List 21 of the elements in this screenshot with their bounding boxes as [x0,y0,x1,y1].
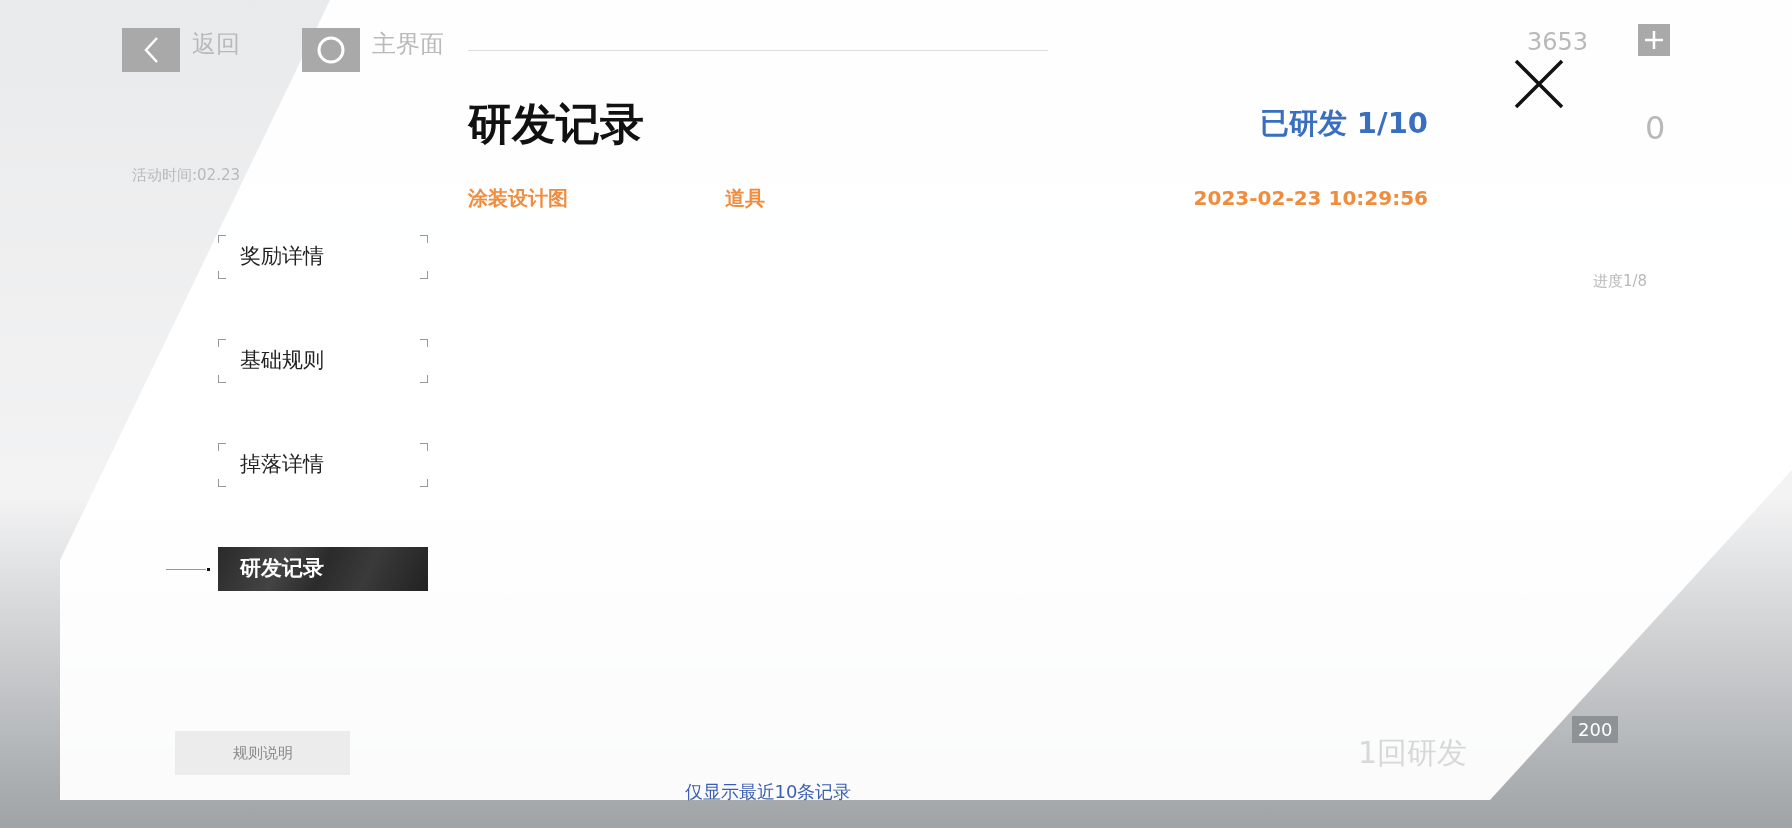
plus-icon [1644,30,1664,50]
tab[interactable]: 奖励详情 [218,235,428,279]
record-type: 道具 [725,185,765,212]
research-cost: 200 [1572,716,1619,743]
currency-amount: 3653 [1527,27,1589,58]
circle-icon [316,35,346,65]
research-count: 已研发 1/10 [1259,105,1428,143]
back-button[interactable] [122,28,180,72]
add-button[interactable] [1638,24,1670,56]
tab[interactable]: 掉落详情 [218,443,428,487]
record-time: 2023-02-23 10:29:56 [1193,185,1428,212]
close-button[interactable] [1513,58,1565,110]
dialog-title: 研发记录 [468,97,644,151]
progress-label: 进度1/8 [1593,271,1648,292]
selection-pointer [166,568,210,571]
ticket-count: 0 [1645,108,1666,149]
record-name: 涂装设计图 [468,185,569,212]
back-icon [143,36,159,64]
home-button[interactable] [302,28,360,72]
tab[interactable]: 基础规则 [218,339,428,383]
footer-note: 仅显示最近10条记录 [683,780,853,804]
